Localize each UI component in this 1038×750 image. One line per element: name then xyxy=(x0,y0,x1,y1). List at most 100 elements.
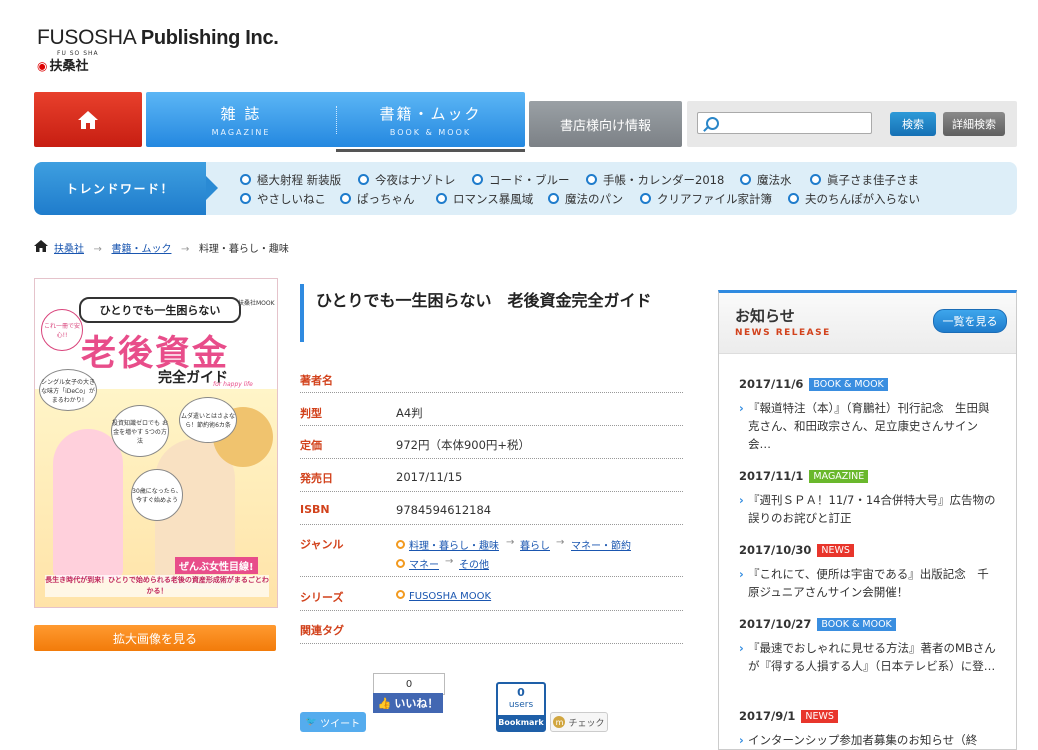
thumbs-up-icon: 👍 xyxy=(377,696,392,710)
breadcrumb-arrow-icon: → xyxy=(174,244,196,255)
breadcrumb-home-icon xyxy=(34,240,48,252)
news-item[interactable]: 2017/10/30 NEWS 『これにて、便所は宇宙である』出版記念 千原ジュニ… xyxy=(739,539,999,601)
trend-word[interactable]: コード・ブルー xyxy=(472,172,570,188)
info-row-price: 定価 972円（本体900円+税） xyxy=(300,437,683,459)
fb-like-count: 0 xyxy=(373,673,445,695)
genre-arrow-icon: → xyxy=(445,556,454,567)
title-accent-bar xyxy=(300,284,304,342)
trend-word[interactable]: 極大射程 新装版 xyxy=(240,172,341,188)
cover-bubble: シングル女子の大きな味方「iDeCo」がまるわかり! xyxy=(39,369,97,411)
cover-mook: 扶桑社MOOK xyxy=(238,300,275,307)
news-text: 『最速でおしゃれに見せる方法』著者のMBさんが『得する人損する人』（日本テレビ系… xyxy=(739,639,999,675)
mixi-label: チェック xyxy=(568,718,605,729)
logo-en-light: FUSOSHA xyxy=(37,26,136,49)
news-item[interactable]: 2017/11/1 MAGAZINE 『週刊ＳＰＡ！11/7・14合併特大号』広告… xyxy=(739,465,999,527)
nav-magazine[interactable]: 雑 誌 MAGAZINE xyxy=(146,92,336,147)
breadcrumb-books[interactable]: 書籍・ムック xyxy=(111,244,171,255)
nav-home-button[interactable] xyxy=(34,92,142,147)
cover-for: for happy life xyxy=(213,381,253,388)
news-date: 2017/11/6 xyxy=(739,377,804,391)
genre-link[interactable]: その他 xyxy=(459,556,489,571)
info-row-tags: 関連タグ xyxy=(300,622,683,644)
fb-like-label: いいね！ xyxy=(394,697,439,710)
search-area: 検索 詳細検索 xyxy=(687,101,1017,147)
trend-word[interactable]: ぱっちゃん xyxy=(340,191,415,207)
cover-badge: これ一冊で安心!! xyxy=(41,309,83,351)
info-label: 著者名 xyxy=(300,374,333,387)
advanced-search-button[interactable]: 詳細検索 xyxy=(943,112,1005,136)
logo-jp[interactable]: ◉ 扶桑社 xyxy=(37,55,89,74)
series-link[interactable]: FUSOSHA MOOK xyxy=(396,590,491,602)
info-row-series: シリーズ FUSOSHA MOOK xyxy=(300,589,683,611)
cover-bubble: ムダ遣いとはさよなら！節約術6カ条 xyxy=(179,397,237,443)
trend-word[interactable]: 魔法水 xyxy=(740,172,792,188)
zoom-image-button[interactable]: 拡大画像を見る xyxy=(34,625,276,651)
info-value: A4判 xyxy=(396,406,423,420)
nav-main-group: 雑 誌 MAGAZINE 書籍・ムック BOOK & MOOK xyxy=(146,92,525,152)
breadcrumb-arrow-icon: → xyxy=(87,244,109,255)
nav-book-mook[interactable]: 書籍・ムック BOOK & MOOK xyxy=(336,92,525,147)
news-tag: BOOK & MOOK xyxy=(809,378,888,391)
trend-word[interactable]: 魔法のパン xyxy=(548,191,623,207)
news-tag: BOOK & MOOK xyxy=(817,618,896,631)
info-row-author: 著者名 xyxy=(300,372,683,393)
fb-like-button[interactable]: 👍 いいね！ xyxy=(373,693,443,713)
book-cover-image[interactable]: ひとりでも一生困らない 扶桑社MOOK これ一冊で安心!! 老後資金 完全ガイド… xyxy=(34,278,278,608)
news-date: 2017/10/27 xyxy=(739,617,812,631)
news-subtitle: NEWS RELEASE xyxy=(735,328,831,338)
genre-link[interactable]: 料理・暮らし・趣味 xyxy=(396,537,499,552)
trend-word[interactable]: 夫のちんぽが入らない xyxy=(788,191,920,207)
news-list-button[interactable]: 一覧を見る xyxy=(933,309,1007,333)
info-label: シリーズ xyxy=(300,591,344,604)
info-label: 発売日 xyxy=(300,472,333,485)
tweet-button[interactable]: 🐦 ツイート xyxy=(300,712,366,732)
mixi-icon: m xyxy=(553,716,566,728)
news-date: 2017/10/30 xyxy=(739,543,812,557)
hatena-users: users xyxy=(508,700,534,710)
news-item[interactable]: 2017/10/27 BOOK & MOOK 『最速でおしゃれに見せる方法』著者の… xyxy=(739,613,999,675)
news-text: インターンシップ参加者募集のお知らせ（終 xyxy=(739,731,999,749)
trend-word[interactable]: クリアファイル家計簿 xyxy=(640,191,772,207)
trend-word[interactable]: やさしいねこ xyxy=(240,191,326,207)
genre-link[interactable]: 暮らし xyxy=(520,537,550,552)
news-tag: NEWS xyxy=(817,544,854,557)
trend-label: トレンドワード！ xyxy=(34,162,218,215)
tweet-label: ツイート xyxy=(320,718,361,730)
book-title: ひとりでも一生困らない 老後資金完全ガイド xyxy=(316,291,652,310)
genre-link[interactable]: マネー xyxy=(396,556,439,571)
trend-word[interactable]: 今夜はナゾトレ xyxy=(358,172,456,188)
search-input[interactable] xyxy=(697,112,872,134)
nav-store-info[interactable]: 書店様向け情報 xyxy=(529,101,682,147)
info-value: 9784594612184 xyxy=(396,503,492,517)
news-title: お知らせ xyxy=(735,307,795,325)
trend-word[interactable]: ロマンス暴風域 xyxy=(436,191,533,207)
info-row-date: 発売日 2017/11/15 xyxy=(300,470,683,492)
twitter-bird-icon: 🐦 xyxy=(305,717,318,727)
nav-magazine-sub: MAGAZINE xyxy=(211,127,271,137)
logo-mark-icon: ◉ xyxy=(37,59,48,73)
trend-word[interactable]: 眞子さま佳子さま xyxy=(810,172,919,188)
info-value: 2017/11/15 xyxy=(396,470,463,484)
logo-jp-text: 扶桑社 xyxy=(49,59,89,74)
genre-link[interactable]: マネー・節約 xyxy=(571,537,631,552)
nav-book-sub: BOOK & MOOK xyxy=(389,127,472,137)
info-label: 関連タグ xyxy=(300,624,344,637)
site-logo[interactable]: FUSOSHA Publishing Inc. xyxy=(37,26,279,50)
news-header: お知らせ NEWS RELEASE 一覧を見る xyxy=(719,293,1016,354)
news-tag: MAGAZINE xyxy=(809,470,869,483)
news-item[interactable]: 2017/9/1 NEWS インターンシップ参加者募集のお知らせ（終 xyxy=(739,705,999,749)
hatena-bookmark-button[interactable]: 0 users Bookmark xyxy=(496,682,546,732)
search-icon xyxy=(706,117,719,130)
cover-bubble: 投資知識ゼロでも お金を増やす 5つの方法 xyxy=(111,405,169,457)
mixi-check-button[interactable]: m チェック xyxy=(550,712,608,732)
search-button[interactable]: 検索 xyxy=(890,112,936,136)
nav-active-indicator xyxy=(336,149,525,152)
news-date: 2017/11/1 xyxy=(739,469,804,483)
news-item[interactable]: 2017/11/6 BOOK & MOOK 『報道特注（本）』（育鵬社）刊行記念 … xyxy=(739,373,999,453)
info-row-isbn: ISBN 9784594612184 xyxy=(300,503,683,525)
genre-arrow-icon: → xyxy=(556,537,565,548)
nav-book-label: 書籍・ムック xyxy=(379,104,482,123)
info-label: ジャンル xyxy=(300,538,344,551)
trend-word[interactable]: 手帳・カレンダー2018 xyxy=(586,172,724,188)
breadcrumb-home[interactable]: 扶桑社 xyxy=(54,244,84,255)
